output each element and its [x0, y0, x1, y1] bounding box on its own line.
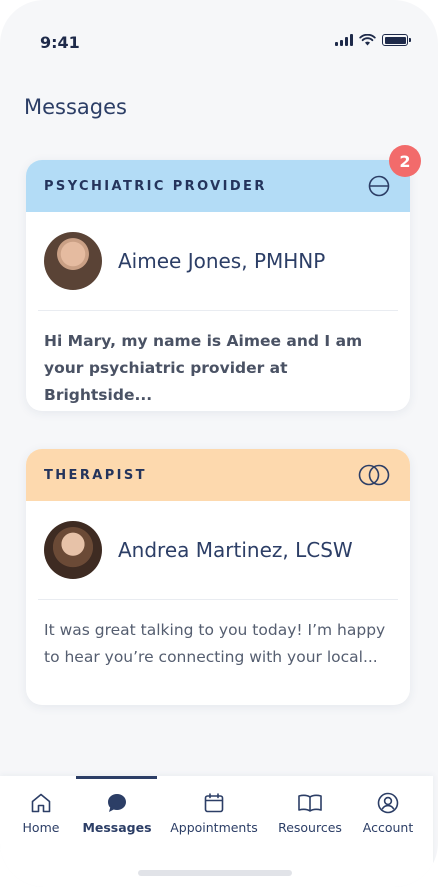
nav-appointments[interactable]: Appointments [170, 792, 258, 835]
home-icon [31, 793, 51, 813]
message-preview: It was great talking to you today! I’m h… [44, 621, 386, 666]
nav-label: Appointments [170, 820, 258, 835]
nav-label: Home [22, 820, 60, 835]
home-indicator [138, 870, 292, 876]
provider-name: Andrea Martinez, LCSW [118, 538, 353, 562]
chat-icon [108, 794, 126, 812]
card-type-label: THERAPIST [44, 467, 147, 483]
avatar [44, 521, 102, 579]
nav-account[interactable]: Account [361, 792, 415, 835]
page-title: Messages [24, 95, 127, 119]
wifi-icon [359, 34, 376, 46]
message-card-therapist[interactable]: THERAPIST Andrea Martinez, LCSW It was g… [26, 449, 410, 705]
card-type-label: PSYCHIATRIC PROVIDER [44, 178, 267, 194]
avatar [44, 232, 102, 290]
nav-home[interactable]: Home [20, 792, 62, 835]
calendar-icon [204, 793, 224, 813]
card-header: THERAPIST [26, 449, 410, 501]
signal-icon [335, 34, 353, 46]
nav-label: Account [362, 820, 414, 835]
card-header: PSYCHIATRIC PROVIDER [26, 160, 410, 212]
message-card-psychiatric-provider[interactable]: PSYCHIATRIC PROVIDER Aimee Jones, PMHNP … [26, 160, 410, 411]
nav-resources[interactable]: Resources [274, 792, 346, 835]
phone-screen: 9:41 Messages PSYCHIATRIC PROVIDER Aimee [0, 0, 438, 887]
provider-row: Aimee Jones, PMHNP [26, 212, 410, 310]
provider-row: Andrea Martinez, LCSW [26, 501, 410, 599]
unread-badge: 2 [389, 145, 421, 177]
nav-label: Resources [278, 820, 342, 835]
battery-icon [382, 34, 411, 46]
provider-name: Aimee Jones, PMHNP [118, 249, 326, 273]
status-bar: 9:41 [0, 0, 438, 70]
book-icon [298, 794, 322, 812]
overlapping-circles-icon [358, 464, 390, 486]
status-time: 9:41 [40, 33, 80, 52]
status-icons [335, 34, 411, 46]
active-tab-indicator [76, 776, 157, 779]
user-icon [377, 792, 399, 814]
message-preview: Hi Mary, my name is Aimee and I am your … [44, 332, 363, 404]
nav-messages[interactable]: Messages [78, 792, 156, 835]
nav-label: Messages [82, 820, 152, 835]
half-circle-icon [368, 175, 390, 197]
